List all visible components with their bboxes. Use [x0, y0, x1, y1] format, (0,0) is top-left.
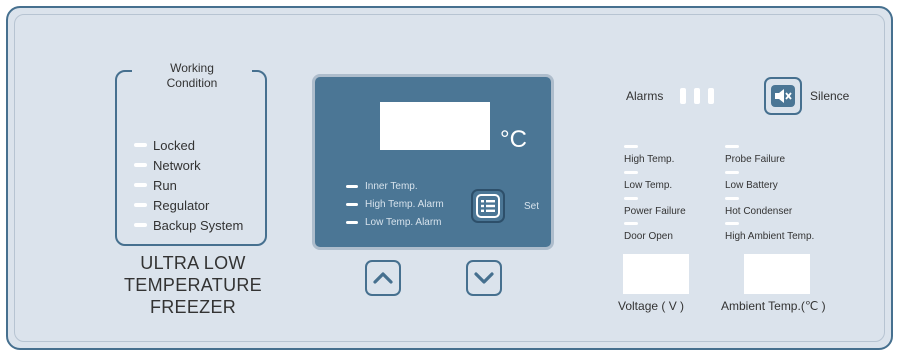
status-locked: Locked [134, 135, 243, 155]
product-name-line3: FREEZER [149, 297, 237, 317]
display-indicator-list: Inner Temp. High Temp. Alarm Low Temp. A… [346, 177, 444, 231]
alarm-label: Low Temp. [624, 180, 673, 191]
low-temp-alarm-led [346, 220, 358, 224]
status-run: Run [134, 175, 243, 195]
inner-temp-led [346, 184, 358, 188]
set-menu-icon [476, 194, 500, 218]
low-temp-led [624, 171, 638, 174]
probe-failure-led [725, 145, 739, 148]
low-battery-led [725, 171, 739, 174]
product-name: ULTRA LOW TEMPERATURE FREEZER [100, 252, 286, 318]
power-failure-led [624, 197, 638, 200]
down-button[interactable] [466, 260, 502, 296]
alarms-label: Alarms [626, 89, 664, 103]
high-temp-alarm-led [346, 202, 358, 206]
alarm-bar [694, 88, 700, 104]
status-regulator: Regulator [134, 195, 243, 215]
speaker-mute-icon [771, 85, 795, 107]
status-backup-system: Backup System [134, 215, 243, 235]
regulator-led [134, 203, 147, 207]
set-label: Set [524, 201, 540, 212]
silence-label: Silence [810, 89, 850, 103]
alarm-bar [680, 88, 686, 104]
alarm-label: Power Failure [624, 206, 686, 217]
alarm-label: Door Open [624, 231, 673, 242]
ambient-temp-label: Ambient Temp.(℃ ) [721, 299, 826, 313]
temperature-unit: °C [500, 126, 527, 153]
product-name-line1: ULTRA LOW [140, 253, 246, 273]
status-label: Network [153, 157, 201, 173]
run-led [134, 183, 147, 187]
alarm-bar [708, 88, 714, 104]
status-label: Regulator [153, 197, 210, 213]
alarm-low-battery: Low Battery [725, 171, 845, 197]
indicator-label: Low Temp. Alarm [365, 216, 442, 228]
status-label: Backup System [153, 217, 244, 233]
alarm-probe-failure: Probe Failure [725, 145, 845, 171]
up-button[interactable] [365, 260, 401, 296]
alarm-hot-condenser: Hot Condenser [725, 197, 845, 223]
indicator-label: Inner Temp. [365, 180, 418, 192]
indicator-label: High Temp. Alarm [365, 198, 444, 210]
network-led [134, 163, 147, 167]
voltage-label: Voltage ( V ) [618, 299, 685, 313]
indicator-low-temp-alarm: Low Temp. Alarm [346, 213, 444, 231]
alarm-label: Hot Condenser [725, 206, 793, 217]
alarm-high-ambient-temp: High Ambient Temp. [725, 222, 845, 248]
alarm-indicator-bars [680, 88, 714, 104]
voltage-readout [623, 254, 689, 294]
high-ambient-temp-led [725, 222, 739, 225]
product-name-line2: TEMPERATURE [124, 275, 262, 295]
set-button[interactable] [471, 189, 505, 223]
working-condition-title-line1: Working [170, 61, 214, 75]
working-condition-title-line2: Condition [166, 76, 218, 90]
status-network: Network [134, 155, 243, 175]
door-open-led [624, 222, 638, 225]
working-condition-list: Locked Network Run Regulator Backup Syst… [134, 135, 243, 235]
temperature-screen [380, 102, 490, 150]
status-label: Run [153, 177, 177, 193]
alarm-label: Probe Failure [725, 154, 786, 165]
backup-system-led [134, 223, 147, 227]
alarm-label: High Ambient Temp. [725, 231, 815, 242]
ambient-temp-readout [744, 254, 810, 294]
high-temp-led [624, 145, 638, 148]
status-label: Locked [153, 137, 195, 153]
up-arrow-icon [373, 272, 393, 284]
indicator-high-temp-alarm: High Temp. Alarm [346, 195, 444, 213]
alarm-label: High Temp. [624, 154, 675, 165]
locked-led [134, 143, 147, 147]
hot-condenser-led [725, 197, 739, 200]
silence-button[interactable] [764, 77, 802, 115]
working-condition-title: Working Condition [132, 61, 252, 91]
indicator-inner-temp: Inner Temp. [346, 177, 444, 195]
down-arrow-icon [474, 272, 494, 284]
alarm-label: Low Battery [725, 180, 778, 191]
